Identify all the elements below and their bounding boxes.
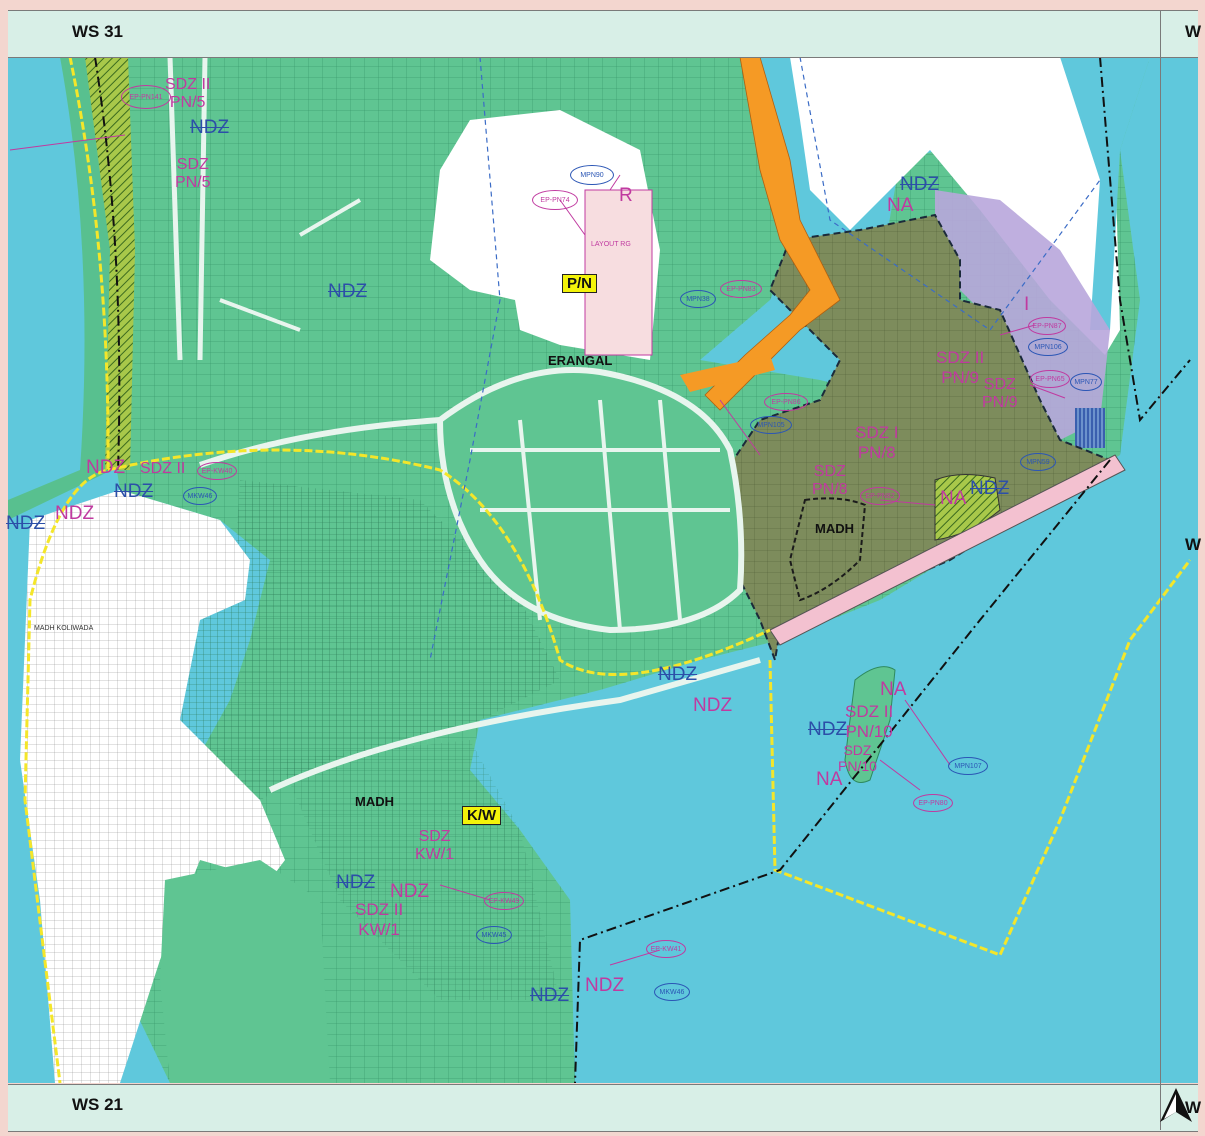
ref-ellipse: MPN90 [570,165,614,185]
ref-ellipse: EP-PN82 [860,487,900,505]
na-label: NA [940,488,967,509]
sdz-label: SDZ PN/9 [982,376,1018,412]
sheet-label-rm: W [1185,535,1202,554]
industrial-structure [1075,408,1105,448]
label-layout-rg: LAYOUT RG [591,241,631,248]
place-madh-koliwada: MADH KOLIWADA [34,625,94,632]
map-sheet: { "sheet_labels": {"top_left": "WS 31", … [0,0,1205,1136]
sheet-label-tr: W [1185,22,1202,41]
ndz-label: NDZ [6,513,46,534]
ref-ellipse: EP-PN65 [1030,370,1070,388]
ref-ellipse: EP-KW41 [646,940,686,958]
ndz-label: NDZ [808,719,848,740]
place-madh-south: MADH [355,794,394,809]
ref-ellipse: EP-PN80 [913,794,953,812]
ref-ellipse: MPN77 [1070,373,1102,391]
north-arrow-icon [1160,1088,1192,1122]
ndz-label: NDZ [114,481,154,502]
ndz-label: NDZ [328,281,368,302]
place-erangal: ERANGAL [548,353,613,368]
sheet-band-top [8,10,1198,58]
sdz-label: SDZ II [140,460,186,477]
zone-tag-kw: K/W [462,806,502,825]
ndz-label: NDZ [190,117,230,138]
ref-ellipse: EP-PN74 [532,190,578,210]
ndz-label: NDZ [336,872,376,893]
ndz-label-magenta: NDZ [55,503,95,524]
ref-ellipse: EP-KW49 [484,892,524,910]
ndz-label: NDZ [970,478,1010,499]
ref-ellipse: MKW45 [476,926,512,944]
zone-tag-pn: P/N [562,274,598,293]
zone-r-label: R [619,185,633,206]
ref-ellipse: MPN107 [948,757,988,775]
sheet-divider [1160,10,1161,1130]
sheet-band-bottom [8,1084,1198,1132]
place-madh-center: MADH [815,521,854,536]
na-label: NA [887,195,914,216]
sdz-label: SDZ II PN/10 [845,702,894,741]
sdz-label: SDZ KW/1 [415,828,455,864]
ref-ellipse: MPN59 [1020,453,1056,471]
ndz-label-magenta: NDZ [693,695,733,716]
ref-ellipse: EP-PN87 [1028,317,1066,335]
ndz-label: NDZ [530,985,570,1006]
ndz-label-magenta: NDZ [585,975,625,996]
sdz-label: SDZ II PN/5 [165,76,211,112]
ndz-label: NDZ [658,664,698,685]
ndz-label: NDZ [900,174,940,195]
zone-i-label: I [1024,294,1030,315]
sheet-label-ws21: WS 21 [72,1095,124,1114]
ref-ellipse: MKW46 [183,487,217,505]
ref-ellipse: EP-PN141 [121,85,171,109]
ndz-label-magenta: NDZ [86,457,126,478]
sheet-label-ws31: WS 31 [72,22,124,41]
ref-ellipse: MPN38 [680,290,716,308]
sdz-label: SDZ PN/10 [838,742,877,775]
sdz-label: SDZ II KW/1 [355,900,404,939]
ndz-label-magenta: NDZ [390,881,430,902]
ref-ellipse: MKW46 [654,983,690,1001]
na-label: NA [880,679,907,700]
ref-ellipse: MPN106 [1028,338,1068,356]
land-sw [160,860,330,1083]
layout-rg-plot [584,189,653,356]
ref-ellipse: MPN105 [750,416,792,434]
ref-ellipse: EP-PN86 [764,393,808,411]
sdz-label: SDZ II PN/9 [936,348,985,387]
sdz-label: SDZ PN/5 [175,156,211,192]
sdz-label: SDZ I PN/8 [855,423,899,462]
ref-ellipse: EP-KW40 [197,462,237,480]
sdz-label: SDZ PN/8 [812,463,848,499]
ref-ellipse: EP-PN83 [720,280,762,298]
